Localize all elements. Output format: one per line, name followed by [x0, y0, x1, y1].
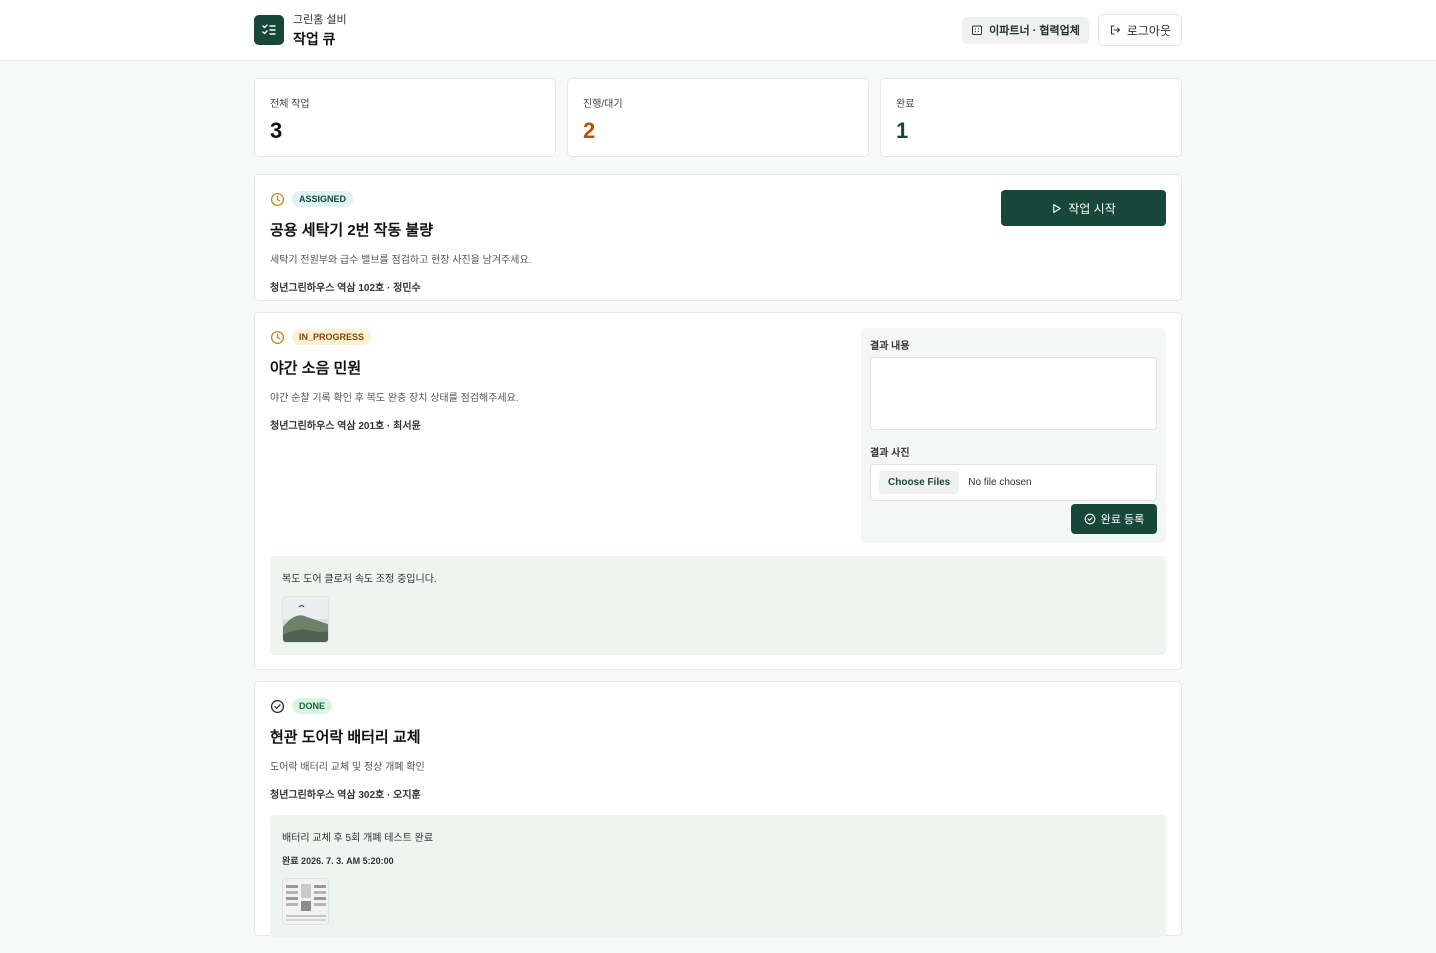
stat-value: 3 [270, 118, 283, 143]
stat-value: 2 [583, 118, 596, 143]
result-photo-label: 결과 사진 [870, 448, 910, 459]
task-card: DONE 현관 도어락 배터리 교체 도어락 배터리 교체 및 정상 개폐 확인… [254, 681, 1182, 937]
page-title: 작업 큐 [293, 31, 336, 47]
status-badge: IN_PROGRESS [292, 329, 372, 345]
organization-chip: 이파트너 · 협력업체 [962, 16, 1089, 44]
building-icon [972, 25, 983, 35]
task-description: 세탁기 전원부와 급수 밸브를 점검하고 현장 사진을 남겨주세요. [270, 255, 532, 266]
clock-icon [270, 330, 285, 344]
brand-subtitle: 그린홈 설비 [293, 14, 347, 26]
main-content: 전체 작업 3 진행/대기 2 완료 1 ASSIGNED 공용 세탁기 2번 … [254, 78, 1182, 937]
submit-completion-button[interactable]: 완료 등록 [1071, 504, 1157, 534]
checklist-icon [254, 15, 284, 45]
task-card: ASSIGNED 공용 세탁기 2번 작동 불량 세탁기 전원부와 급수 밸브를… [254, 174, 1182, 301]
stat-label: 완료 [896, 99, 915, 110]
status-badge: ASSIGNED [292, 191, 354, 207]
brand: 그린홈 설비 작업 큐 [254, 11, 347, 49]
logout-label: 로그아웃 [1126, 23, 1171, 38]
logout-button[interactable]: 로그아웃 [1097, 14, 1182, 46]
task-meta: 청년그린하우스 역삼 302호 · 오지훈 [270, 790, 421, 801]
result-photo-thumbnail[interactable] [282, 878, 329, 925]
start-task-label: 작업 시작 [1068, 201, 1116, 216]
status-badge: DONE [292, 698, 333, 714]
result-photo-thumbnail[interactable] [282, 596, 329, 643]
choose-files-button[interactable]: Choose Files [879, 471, 960, 494]
task-description: 도어락 배터리 교체 및 정상 개폐 확인 [270, 762, 425, 773]
stat-value: 1 [896, 118, 909, 143]
result-text: 배터리 교체 후 5회 개폐 테스트 완료 [282, 833, 434, 844]
submit-completion-label: 완료 등록 [1100, 514, 1145, 526]
stat-label: 전체 작업 [270, 99, 310, 110]
check-circle-icon [270, 699, 285, 713]
stat-pending: 진행/대기 2 [567, 78, 869, 157]
stat-done: 완료 1 [880, 78, 1182, 157]
logout-icon [1110, 25, 1120, 35]
stat-label: 진행/대기 [583, 99, 623, 110]
result-text: 복도 도어 클로저 속도 조정 중입니다. [282, 574, 437, 585]
top-bar: 그린홈 설비 작업 큐 이파트너 · 협력업체 로그아웃 [0, 0, 1436, 61]
clock-icon [270, 192, 285, 206]
task-card: IN_PROGRESS 야간 소음 민원 야간 순찰 기록 확인 후 복도 완충… [254, 312, 1182, 670]
result-photo-input[interactable]: Choose Files No file chosen [870, 464, 1157, 501]
task-title: 현관 도어락 배터리 교체 [270, 729, 421, 746]
play-icon [1053, 203, 1061, 213]
start-task-button[interactable]: 작업 시작 [1001, 190, 1166, 226]
task-meta: 청년그린하우스 역삼 102호 · 정민수 [270, 283, 421, 294]
result-form: 결과 내용 결과 사진 Choose Files No file chosen … [861, 328, 1166, 543]
file-status: No file chosen [968, 477, 1032, 488]
stat-total: 전체 작업 3 [254, 78, 556, 157]
organization-label: 이파트너 · 협력업체 [989, 25, 1080, 37]
result-content-label: 결과 내용 [870, 341, 910, 352]
result-box: 배터리 교체 후 5회 개폐 테스트 완료 완료 2026. 7. 3. AM … [270, 815, 1166, 937]
result-content-input[interactable] [870, 357, 1157, 430]
result-box: 복도 도어 클로저 속도 조정 중입니다. [270, 556, 1166, 655]
completed-timestamp: 완료 2026. 7. 3. AM 5:20:00 [282, 856, 394, 866]
stats-row: 전체 작업 3 진행/대기 2 완료 1 [254, 78, 1182, 157]
check-circle-icon [1084, 513, 1096, 525]
